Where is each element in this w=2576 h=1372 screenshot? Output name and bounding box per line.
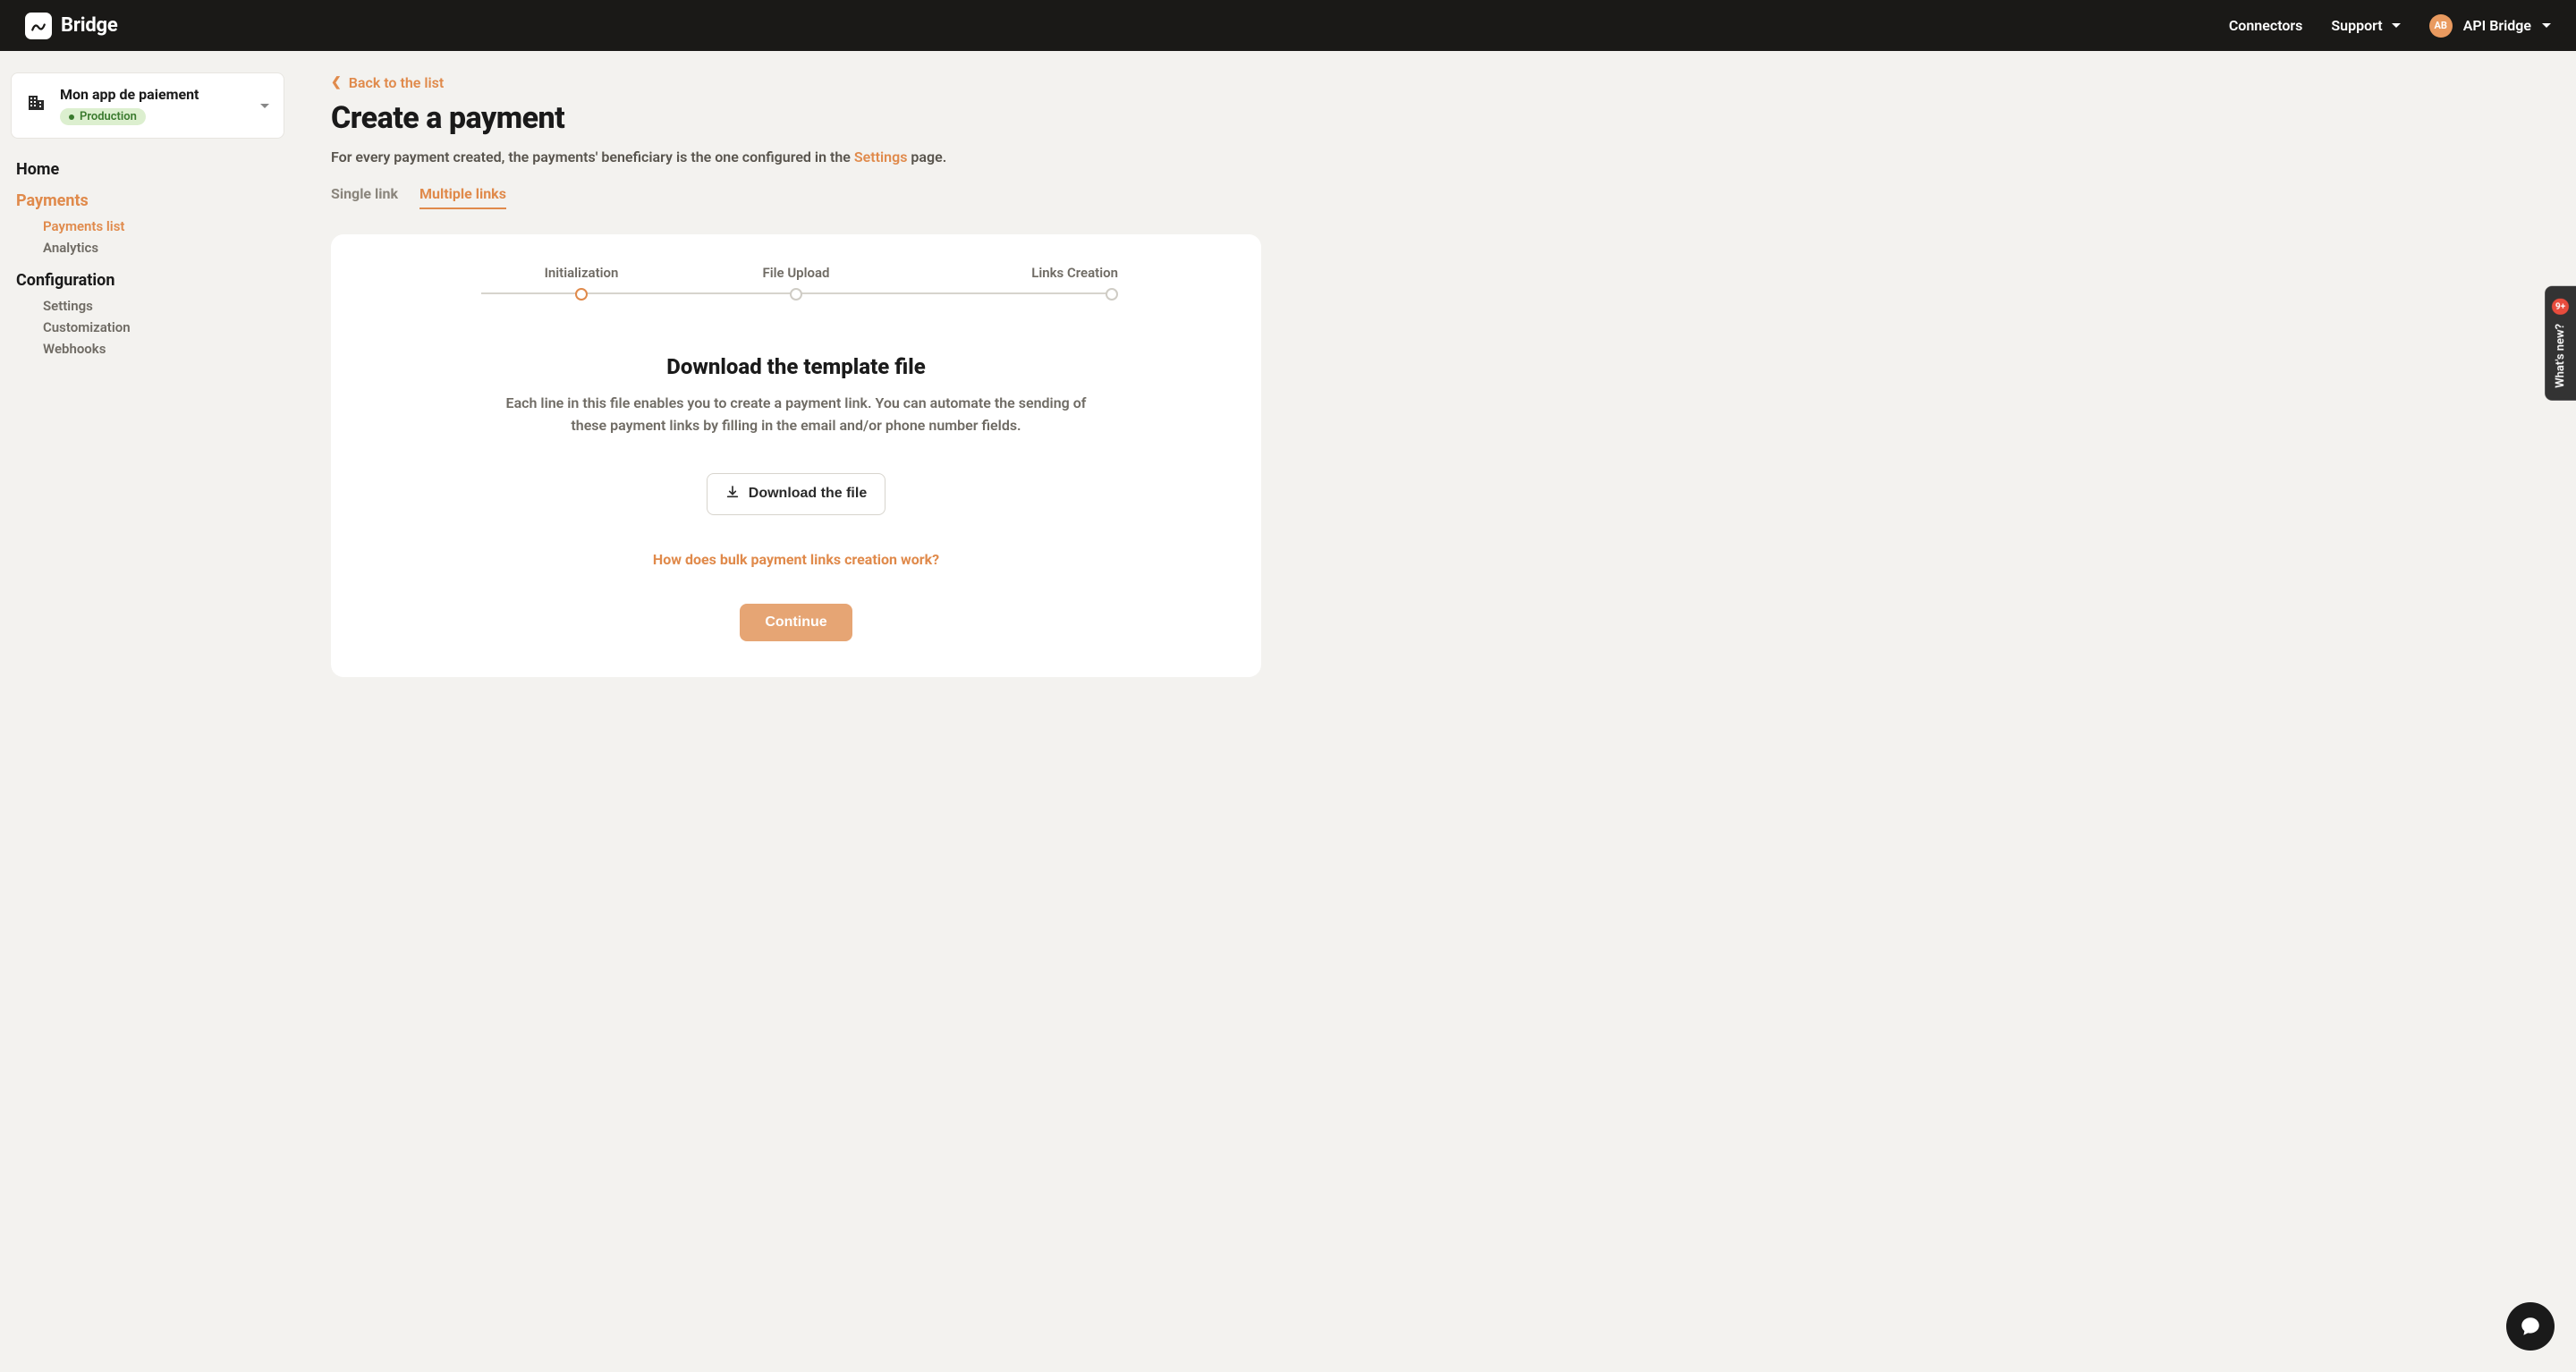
- sidebar-item-configuration[interactable]: Configuration: [16, 271, 279, 290]
- step-label: Links Creation: [1031, 265, 1118, 281]
- tabs: Single link Multiple links: [331, 185, 1261, 209]
- subtitle-pre: For every payment created, the payments'…: [331, 148, 854, 165]
- step-label: Initialization: [545, 265, 619, 281]
- user-name: API Bridge: [2463, 17, 2531, 34]
- app-selector[interactable]: Mon app de paiement Production: [11, 72, 284, 139]
- nav-support[interactable]: Support: [2331, 17, 2400, 34]
- section-description: Each line in this file enables you to cr…: [501, 392, 1091, 437]
- top-navbar: Bridge Connectors Support AB API Bridge: [0, 0, 2576, 51]
- help-link[interactable]: How does bulk payment links creation wor…: [367, 551, 1225, 568]
- chevron-down-icon: [260, 104, 269, 108]
- building-icon: [26, 92, 47, 119]
- step-file-upload: File Upload: [689, 265, 903, 301]
- nav-right: Connectors Support AB API Bridge: [2229, 14, 2551, 38]
- tab-single-link[interactable]: Single link: [331, 185, 398, 209]
- chat-button[interactable]: [2506, 1302, 2555, 1351]
- step-initialization: Initialization: [474, 265, 689, 301]
- sidebar: Mon app de paiement Production Home Paym…: [0, 51, 295, 731]
- step-label: File Upload: [762, 265, 829, 281]
- page-title: Create a payment: [331, 100, 1261, 136]
- page-subtitle: For every payment created, the payments'…: [331, 148, 1261, 165]
- sidebar-item-customization[interactable]: Customization: [43, 317, 279, 338]
- sidebar-item-analytics[interactable]: Analytics: [43, 237, 279, 258]
- brand-wrap[interactable]: Bridge: [25, 13, 118, 39]
- main-content: ❮ Back to the list Create a payment For …: [295, 51, 1297, 731]
- tab-multiple-links[interactable]: Multiple links: [419, 185, 506, 209]
- section-title: Download the template file: [367, 354, 1225, 379]
- step-dot-icon: [1106, 288, 1118, 301]
- settings-link[interactable]: Settings: [854, 148, 908, 165]
- step-dot-icon: [575, 288, 588, 301]
- env-badge: Production: [60, 108, 146, 125]
- download-button-label: Download the file: [749, 486, 867, 502]
- download-file-button[interactable]: Download the file: [707, 473, 886, 515]
- step-links-creation: Links Creation: [903, 265, 1118, 301]
- chevron-down-icon: [2392, 23, 2401, 28]
- sidebar-item-settings[interactable]: Settings: [43, 295, 279, 317]
- nav-support-label: Support: [2331, 17, 2382, 34]
- brand-name: Bridge: [61, 14, 118, 37]
- download-icon: [725, 485, 740, 504]
- avatar: AB: [2429, 14, 2453, 38]
- whats-new-label: What's new?: [2554, 324, 2567, 388]
- app-name: Mon app de paiement: [60, 86, 199, 103]
- sidebar-item-webhooks[interactable]: Webhooks: [43, 338, 279, 360]
- back-link[interactable]: ❮ Back to the list: [331, 74, 444, 91]
- chat-icon: [2519, 1315, 2542, 1338]
- nav-connectors[interactable]: Connectors: [2229, 17, 2303, 34]
- sidebar-item-home[interactable]: Home: [16, 160, 279, 179]
- wizard-card: Initialization File Upload Links Creatio…: [331, 234, 1261, 677]
- whats-new-badge: 9+: [2552, 299, 2569, 315]
- stepper: Initialization File Upload Links Creatio…: [474, 265, 1118, 301]
- status-dot-icon: [69, 114, 74, 120]
- sidebar-item-payments-list[interactable]: Payments list: [43, 216, 279, 237]
- side-nav: Home Payments Payments list Analytics Co…: [11, 160, 284, 360]
- logo-icon: [25, 13, 52, 39]
- chevron-left-icon: ❮: [331, 75, 342, 89]
- back-link-label: Back to the list: [349, 74, 445, 91]
- user-menu[interactable]: AB API Bridge: [2429, 14, 2551, 38]
- subtitle-post: page.: [907, 148, 946, 165]
- sidebar-item-payments[interactable]: Payments: [16, 191, 279, 210]
- step-dot-icon: [790, 288, 802, 301]
- chevron-down-icon: [2542, 23, 2551, 28]
- env-label: Production: [80, 110, 137, 123]
- whats-new-tab[interactable]: What's new? 9+: [2545, 286, 2576, 401]
- continue-button[interactable]: Continue: [740, 604, 852, 641]
